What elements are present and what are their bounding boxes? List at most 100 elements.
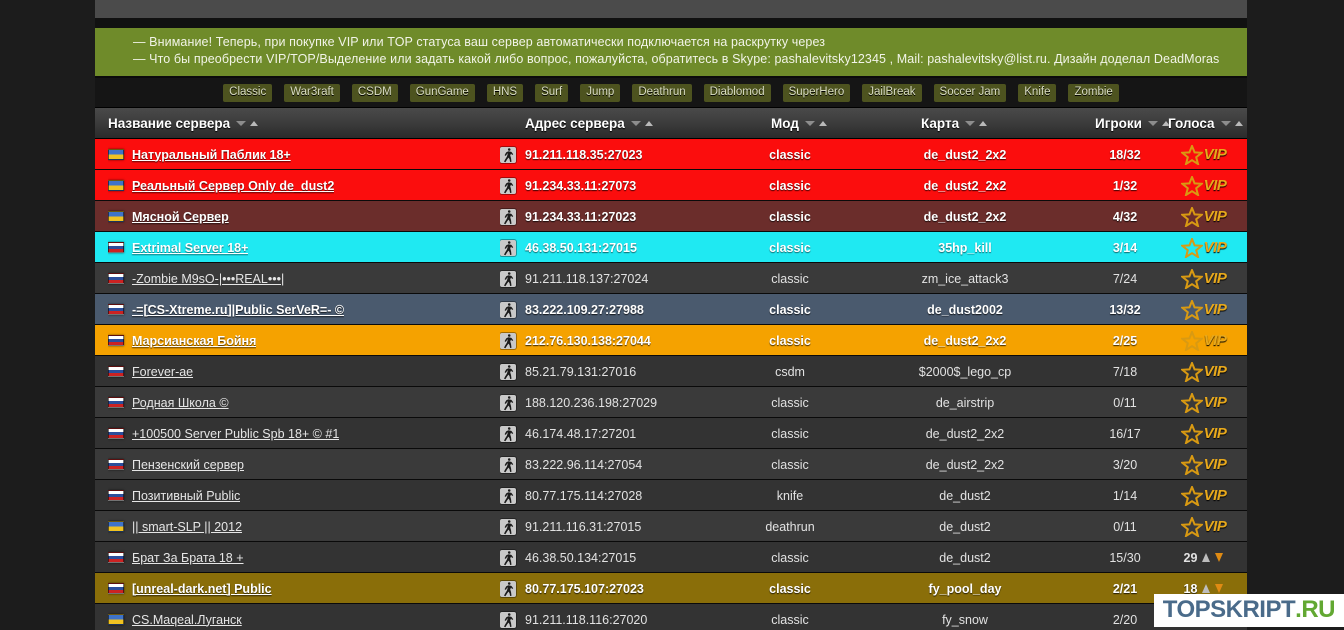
cell-mod: classic [771,426,809,441]
column-header-map[interactable]: Карта [921,108,988,139]
vip-badge[interactable]: VIP [1180,392,1227,413]
server-name-link[interactable]: -Zombie M9sO-|•••REAL•••| [132,272,284,286]
server-address-text[interactable]: 80.77.175.107:27023 [525,582,644,596]
table-row[interactable]: Натуральный Паблик 18+ 91.211.118.35:2702… [95,139,1247,170]
mod-filter-superhero[interactable]: SuperHero [782,83,851,102]
sort-desc-icon[interactable] [630,121,641,126]
server-address-text[interactable]: 46.38.50.134:27015 [525,551,636,565]
sort-asc-icon[interactable] [1234,121,1243,126]
server-name-link[interactable]: Натуральный Паблик 18+ [132,148,291,162]
mod-filter-knife[interactable]: Knife [1018,83,1057,102]
server-address-text[interactable]: 80.77.175.114:27028 [525,489,642,503]
server-name-link[interactable]: Extrimal Server 18+ [132,241,248,255]
table-row[interactable]: Марсианская Бойня 212.76.130.138:27044 cla… [95,325,1247,356]
mod-filter-classic[interactable]: Classic [223,83,273,102]
vip-badge[interactable]: VIP [1180,330,1227,351]
server-name-link[interactable]: Пензенский сервер [132,458,244,472]
vip-badge[interactable]: VIP [1180,516,1227,537]
server-address-text[interactable]: 83.222.96.114:27054 [525,458,642,472]
mod-filter-jailbreak[interactable]: JailBreak [862,83,922,102]
sort-asc-icon[interactable] [644,121,653,126]
server-name-link[interactable]: Реальный Сервер Only de_dust2 [132,179,334,193]
sort-desc-icon[interactable] [804,121,815,126]
vip-badge[interactable]: VIP [1180,175,1227,196]
table-row[interactable]: Родная Школа © 188.120.236.198:27029 class… [95,387,1247,418]
server-address-text[interactable]: 83.222.109.27:27988 [525,303,644,317]
server-address-text[interactable]: 85.21.79.131:27016 [525,365,636,379]
table-row[interactable]: Брат За Брата 18 + 46.38.50.134:27015 clas… [95,542,1247,573]
server-address-text[interactable]: 91.211.118.137:27024 [525,272,648,286]
vip-badge[interactable]: VIP [1180,206,1227,227]
mod-filter-jump[interactable]: Jump [580,83,621,102]
sort-asc-icon[interactable] [818,121,827,126]
column-header-votes[interactable]: Голоса [1168,108,1243,139]
server-name-link[interactable]: CS.Мaqeal.Луганск [132,613,242,627]
vip-badge[interactable]: VIP [1180,268,1227,289]
server-name-link[interactable]: || smart-SLP || 2012 [132,520,242,534]
mod-filter-hns[interactable]: HNS [486,83,524,102]
table-row[interactable]: Позитивный Public 80.77.175.114:27028 knif… [95,480,1247,511]
table-row[interactable]: Реальный Сервер Only de_dust2 91.234.33.1… [95,170,1247,201]
table-row[interactable]: -Zombie M9sO-|•••REAL•••| 91.211.118.137:… [95,263,1247,294]
vote-down-arrow-icon[interactable] [1215,553,1224,562]
server-address-text[interactable]: 91.211.118.116:27020 [525,613,647,627]
vip-badge[interactable]: VIP [1180,454,1227,475]
mod-filter-zombie[interactable]: Zombie [1068,83,1119,102]
table-row[interactable]: Мясной Сервер 91.234.33.11:27023 classic de… [95,201,1247,232]
table-row[interactable]: Forever-ae 85.21.79.131:27016 csdm $2000$_l… [95,356,1247,387]
vip-badge[interactable]: VIP [1180,423,1227,444]
server-name-link[interactable]: -=[CS-Xtreme.ru]|Public SerVeR=- © [132,303,344,317]
mod-filter-war3raft[interactable]: War3raft [284,83,340,102]
server-address-text[interactable]: 46.38.50.131:27015 [525,241,637,255]
vip-badge[interactable]: VIP [1180,237,1227,258]
vote-down-arrow-icon[interactable] [1215,584,1224,593]
mod-filter-soccer-jam[interactable]: Soccer Jam [933,83,1007,102]
column-header-server-address[interactable]: Адрес сервера [525,108,653,139]
sort-desc-icon[interactable] [236,121,247,126]
server-address-text[interactable]: 188.120.236.198:27029 [525,396,657,410]
table-row[interactable]: [unreal-dark.net] Public 80.77.175.107:27… [95,573,1247,604]
server-name-link[interactable]: Forever-ae [132,365,193,379]
table-row[interactable]: CS.Мaqeal.Луганск 91.211.118.116:27020 cla… [95,604,1247,630]
sort-desc-icon[interactable] [965,121,976,126]
cell-map: de_dust2_2x2 [923,333,1007,348]
server-address-text[interactable]: 91.234.33.11:27023 [525,210,636,224]
mod-filter-csdm[interactable]: CSDM [351,83,398,102]
server-address-text[interactable]: 91.234.33.11:27073 [525,179,636,193]
server-name-link[interactable]: +100500 Server Public Spb 18+ © #1 [132,427,339,441]
server-address-text[interactable]: 212.76.130.138:27044 [525,334,651,348]
mod-filter-deathrun[interactable]: Deathrun [632,83,692,102]
server-name-link[interactable]: Брат За Брата 18 + [132,551,244,565]
mod-filter-diablomod[interactable]: Diablomod [703,83,771,102]
sort-desc-icon[interactable] [1220,121,1231,126]
vip-badge[interactable]: VIP [1180,299,1227,320]
vip-badge[interactable]: VIP [1180,485,1227,506]
server-name-link[interactable]: Марсианская Бойня [132,334,256,348]
column-header-server-name[interactable]: Название сервера [108,108,259,139]
server-address-text[interactable]: 91.211.118.35:27023 [525,148,642,162]
mod-filter-surf[interactable]: Surf [535,83,569,102]
server-name-link[interactable]: Позитивный Public [132,489,240,503]
server-address-text[interactable]: 46.174.48.17:27201 [525,427,636,441]
sort-desc-icon[interactable] [1147,121,1158,126]
cell-map: de_dust2_2x2 [923,147,1007,162]
server-address-text[interactable]: 91.211.116.31:27015 [525,520,641,534]
column-header-mod[interactable]: Мод [771,108,827,139]
sort-asc-icon[interactable] [979,121,988,126]
vip-badge[interactable]: VIP [1180,144,1227,165]
server-name-link[interactable]: [unreal-dark.net] Public [132,582,272,596]
cell-mod: classic [771,271,809,286]
vote-up-arrow-icon[interactable] [1202,584,1211,593]
server-name-link[interactable]: Родная Школа © [132,396,229,410]
table-row[interactable]: Пензенский сервер 83.222.96.114:27054 clas… [95,449,1247,480]
column-header-players[interactable]: Игроки [1095,108,1170,139]
table-row[interactable]: -=[CS-Xtreme.ru]|Public SerVeR=- © 83.222… [95,294,1247,325]
mod-filter-gungame[interactable]: GunGame [409,83,475,102]
table-row[interactable]: +100500 Server Public Spb 18+ © #1 46.174… [95,418,1247,449]
table-row[interactable]: Extrimal Server 18+ 46.38.50.131:27015 cla… [95,232,1247,263]
sort-asc-icon[interactable] [250,121,259,126]
vip-badge[interactable]: VIP [1180,361,1227,382]
server-name-link[interactable]: Мясной Сервер [132,210,229,224]
vote-up-arrow-icon[interactable] [1202,553,1211,562]
table-row[interactable]: || smart-SLP || 2012 91.211.116.31:27015 d… [95,511,1247,542]
